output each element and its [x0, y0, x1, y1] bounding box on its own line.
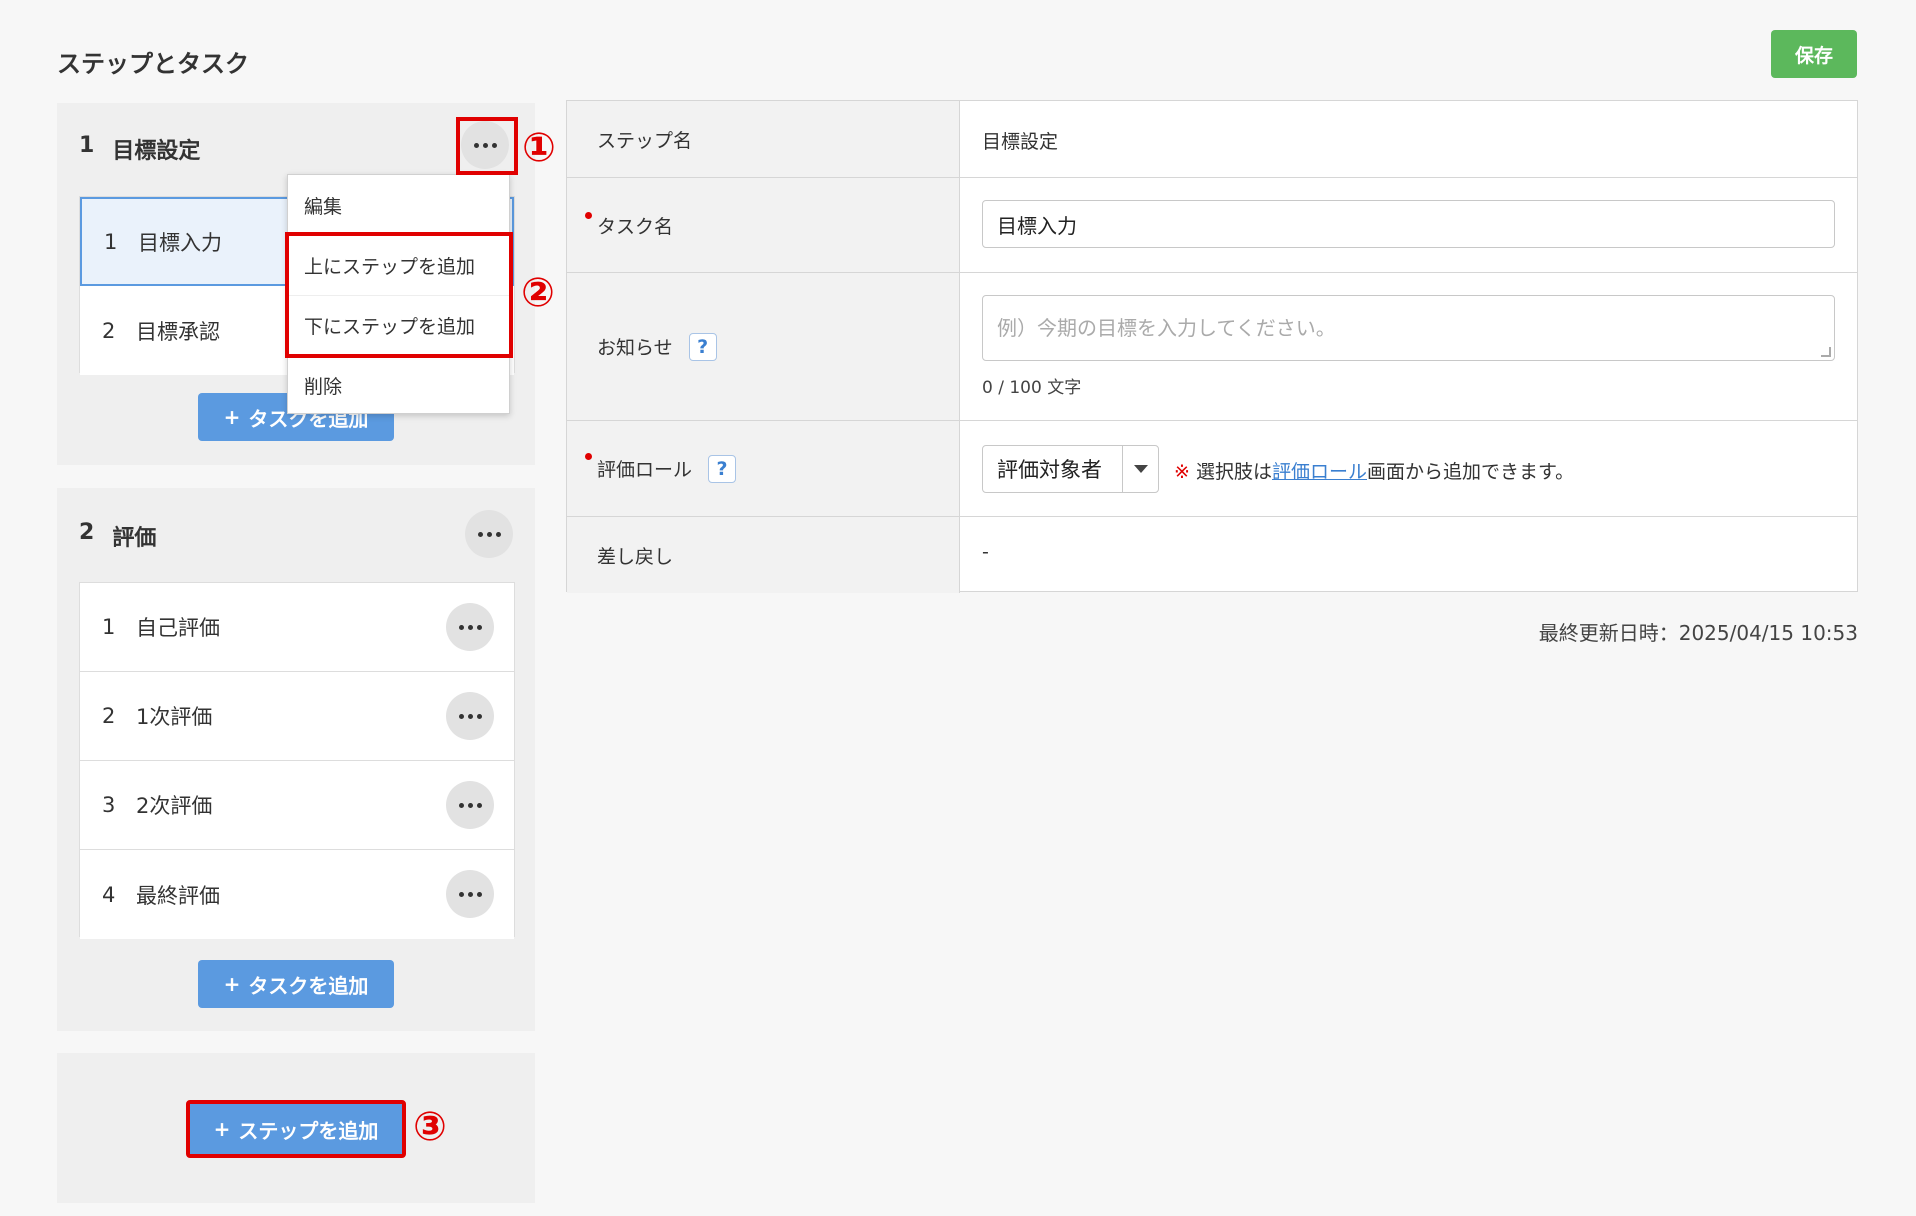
task-item[interactable]: 4 最終評価: [80, 850, 514, 939]
step-number: 1: [79, 133, 95, 158]
callout-1: ①: [522, 125, 556, 171]
form-row-role: 評価ロール? 評価対象者 ※ 選択肢は評価ロール画面から追加できます。: [567, 421, 1857, 517]
task-name-label: タスク名: [597, 215, 674, 238]
help-icon[interactable]: ?: [688, 332, 717, 361]
step-name-value: 目標設定: [982, 131, 1059, 153]
task-number: 3: [102, 793, 116, 817]
step-name-label: ステップ名: [567, 101, 960, 177]
task-name: 自己評価: [136, 616, 220, 640]
note-mark: ※: [1174, 461, 1190, 483]
task-name-input[interactable]: 目標入力: [982, 200, 1835, 248]
task-menu-button[interactable]: [446, 692, 494, 740]
task-number: 4: [102, 882, 116, 907]
help-icon[interactable]: ?: [708, 454, 737, 483]
step-title: 2 評価: [79, 520, 156, 552]
add-step-label: ステップを追加: [238, 1118, 379, 1143]
notice-textarea[interactable]: 例）今期の目標を入力してください。: [982, 295, 1835, 361]
task-name: 目標承認: [136, 319, 220, 344]
step-title: 1 目標設定: [79, 133, 200, 165]
note-text-post: 画面から追加できます。: [1367, 461, 1575, 483]
form-row-sendback: 差し戻し -: [567, 517, 1857, 593]
role-select-value: 評価対象者: [997, 458, 1102, 482]
task-name: 2次評価: [136, 794, 213, 818]
task-menu-button[interactable]: [446, 781, 494, 829]
step-name: 目標設定: [112, 139, 201, 164]
menu-item-edit[interactable]: 編集: [288, 175, 509, 235]
task-menu-button[interactable]: [446, 870, 494, 918]
menu-item-delete[interactable]: 削除: [288, 355, 509, 415]
required-mark: [585, 453, 592, 460]
role-label: 評価ロール: [597, 459, 693, 481]
save-button[interactable]: 保存: [1771, 30, 1857, 78]
highlight-frame: [285, 232, 513, 358]
chevron-down-icon[interactable]: [1122, 446, 1158, 492]
page-title: ステップとタスク: [57, 50, 249, 78]
task-menu-button[interactable]: [446, 603, 494, 651]
task-number: 1: [102, 615, 116, 639]
role-note: ※ 選択肢は評価ロール画面から追加できます。: [1174, 457, 1574, 484]
task-item[interactable]: 1 自己評価: [80, 583, 514, 672]
plus-icon: +: [223, 972, 241, 996]
task-number: 2: [102, 318, 116, 343]
task-name: 1次評価: [136, 705, 213, 729]
step-number: 2: [79, 520, 95, 545]
plus-icon: +: [213, 1117, 231, 1141]
form-row-task-name: タスク名 目標入力: [567, 178, 1857, 273]
callout-2: ②: [521, 270, 555, 316]
form-row-notice: お知らせ? 例）今期の目標を入力してください。 0 / 100 文字: [567, 273, 1857, 421]
step-name: 評価: [112, 526, 157, 551]
task-form: ステップ名 目標設定 タスク名 目標入力 お知らせ? 例）今期の目標を入力してく…: [566, 100, 1858, 593]
task-name: 目標入力: [138, 230, 222, 255]
role-link[interactable]: 評価ロール: [1272, 461, 1367, 483]
add-task-label: タスクを追加: [248, 973, 369, 998]
task-number: 2: [102, 704, 116, 728]
task-item[interactable]: 3 2次評価: [80, 761, 514, 850]
sendback-value: -: [982, 541, 989, 563]
last-updated: 最終更新日時：2025/04/15 10:53: [1538, 621, 1858, 645]
sendback-label: 差し戻し: [567, 517, 960, 593]
highlight-frame: [456, 117, 518, 175]
form-row-step-name: ステップ名 目標設定: [567, 101, 1857, 178]
task-name: 最終評価: [136, 883, 220, 908]
task-number: 1: [104, 229, 118, 254]
role-select[interactable]: 評価対象者: [982, 445, 1159, 493]
add-step-button[interactable]: + ステップを追加: [186, 1100, 406, 1158]
step-card: 2 評価 1 自己評価 2 1次評価 3 2次評価 4 最終評価 + タスクを追…: [57, 488, 535, 1031]
add-task-button[interactable]: + タスクを追加: [198, 960, 394, 1008]
note-text-pre: 選択肢は: [1195, 461, 1272, 483]
required-mark: [585, 212, 592, 219]
task-list: 1 自己評価 2 1次評価 3 2次評価 4 最終評価: [79, 582, 515, 939]
notice-placeholder: 例）今期の目標を入力してください。: [997, 316, 1336, 340]
step-menu-button[interactable]: [465, 510, 513, 558]
resize-handle-icon[interactable]: [1821, 347, 1831, 357]
plus-icon: +: [223, 405, 241, 429]
callout-3: ③: [413, 1104, 447, 1150]
notice-label: お知らせ: [597, 337, 673, 359]
notice-char-count: 0 / 100 文字: [982, 378, 1082, 398]
task-item[interactable]: 2 1次評価: [80, 672, 514, 761]
